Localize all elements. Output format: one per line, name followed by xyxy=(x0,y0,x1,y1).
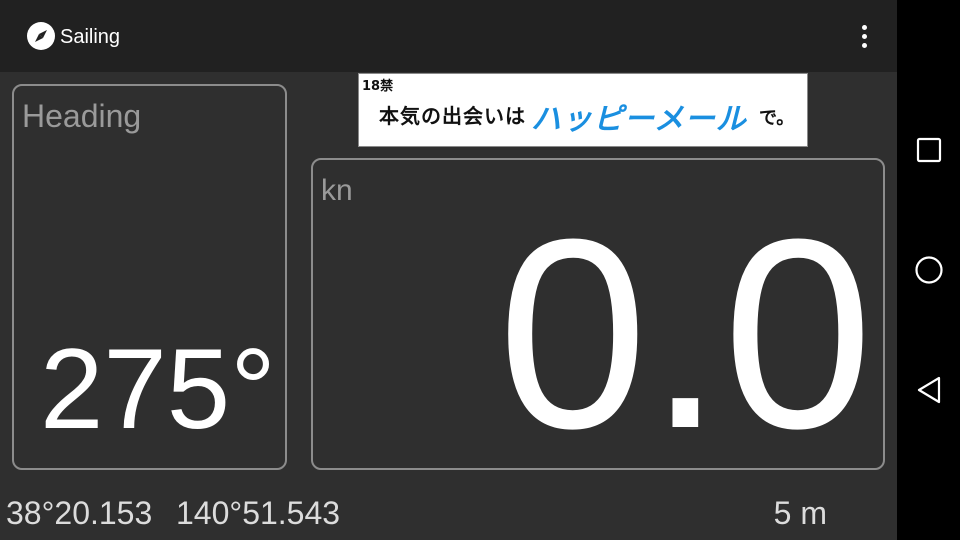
recents-button[interactable] xyxy=(909,130,949,170)
app-title: Sailing xyxy=(60,26,121,48)
heading-value: 275° xyxy=(40,326,276,453)
longitude-readout: 140°51.543 xyxy=(176,495,341,531)
ad-lead-text: 本気の出会いは xyxy=(379,104,526,128)
ad-banner[interactable]: 18禁 本気の出会いは ハッピーメール で。 xyxy=(358,73,808,147)
speed-unit-label: kn xyxy=(321,174,353,207)
menu-dot xyxy=(861,33,867,39)
overflow-menu-icon[interactable] xyxy=(848,18,880,54)
latitude-readout: 38°20.153 xyxy=(6,495,153,531)
back-button[interactable] xyxy=(909,370,949,410)
menu-dot xyxy=(861,42,867,48)
menu-dot xyxy=(861,24,867,30)
ad-age-notice: 18禁 xyxy=(362,79,394,94)
speed-value: 0.0 xyxy=(497,184,873,485)
ad-brand-text: ハッピーメール xyxy=(531,102,747,137)
gps-accuracy: 5 m xyxy=(773,495,827,531)
speed-panel: kn 0.0 xyxy=(311,158,885,470)
compass-icon xyxy=(27,22,55,50)
system-nav-bar xyxy=(897,0,960,540)
triangle-back-icon xyxy=(917,376,941,404)
heading-label: Heading xyxy=(22,98,142,134)
home-button[interactable] xyxy=(909,250,949,290)
app-bar: Sailing xyxy=(0,0,897,72)
square-recents-icon xyxy=(916,137,942,163)
circle-home-icon xyxy=(915,256,943,284)
ad-tail-text: で。 xyxy=(759,108,795,129)
heading-panel: Heading 275° xyxy=(12,84,287,470)
sailing-app: Sailing 18禁 本気の出会いは ハッピーメール で。 Heading 2… xyxy=(0,0,897,540)
